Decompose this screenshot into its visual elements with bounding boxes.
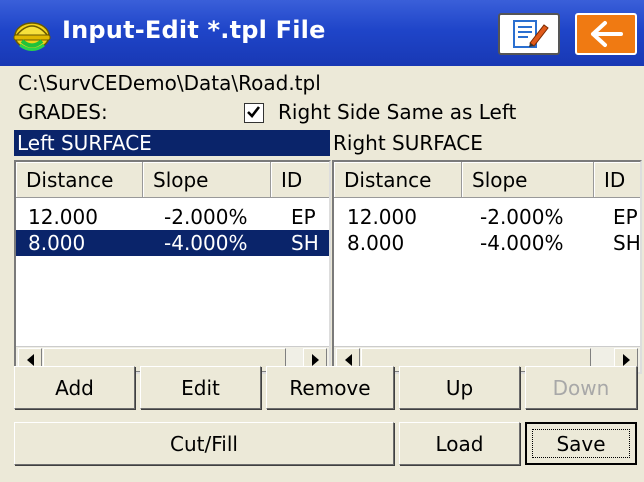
arrow-right-icon: [622, 354, 630, 366]
right-column-headers: Distance Slope ID: [334, 162, 640, 198]
down-button[interactable]: Down: [525, 366, 637, 409]
edit-notes-icon: [513, 20, 549, 48]
cell-slope: -2.000%: [164, 205, 248, 229]
table-row[interactable]: 12.000 -2.000% EP: [334, 204, 640, 230]
right-surface-list[interactable]: Distance Slope ID 12.000 -2.000% EP 8.00…: [332, 160, 642, 374]
arrow-left-icon: [26, 354, 34, 366]
cut-fill-button[interactable]: Cut/Fill: [14, 422, 394, 465]
title-bar: Input-Edit *.tpl File: [0, 0, 644, 66]
column-header-id[interactable]: ID: [594, 162, 640, 198]
cell-distance: 12.000: [347, 205, 417, 229]
cell-distance: 8.000: [347, 231, 405, 255]
left-surface-header: Left SURFACE: [14, 130, 330, 156]
table-row[interactable]: 12.000 -2.000% EP: [16, 204, 329, 230]
file-path: C:\SurvCEDemo\Data\Road.tpl: [18, 71, 321, 95]
arrow-left-icon: [344, 354, 352, 366]
right-same-as-left-checkbox[interactable]: [244, 103, 264, 123]
right-surface-header: Right SURFACE: [333, 131, 483, 155]
left-surface-list[interactable]: Distance Slope ID 12.000 -2.000% EP 8.00…: [14, 160, 331, 374]
remove-button[interactable]: Remove: [266, 366, 394, 409]
add-button[interactable]: Add: [14, 366, 135, 409]
cell-id: SH: [291, 231, 319, 255]
cell-id: EP: [613, 205, 638, 229]
left-column-headers: Distance Slope ID: [16, 162, 329, 198]
right-same-as-left-label[interactable]: Right Side Same as Left: [278, 100, 516, 124]
column-header-slope[interactable]: Slope: [143, 162, 271, 198]
column-header-distance[interactable]: Distance: [16, 162, 143, 198]
checkmark-icon: [247, 106, 261, 118]
cell-slope: -2.000%: [480, 205, 564, 229]
back-button[interactable]: [575, 13, 637, 55]
cell-id: SH: [613, 231, 641, 255]
column-header-distance[interactable]: Distance: [334, 162, 462, 198]
table-row-selected[interactable]: 8.000 -4.000% SH: [16, 230, 329, 256]
table-row[interactable]: 8.000 -4.000% SH: [334, 230, 640, 256]
cell-slope: -4.000%: [480, 231, 564, 255]
window-title: Input-Edit *.tpl File: [62, 16, 326, 44]
up-button[interactable]: Up: [399, 366, 520, 409]
cell-distance: 8.000: [28, 231, 86, 255]
focus-rectangle: [532, 429, 630, 458]
cell-distance: 12.000: [28, 205, 98, 229]
edit-notes-button[interactable]: [498, 13, 560, 55]
load-button[interactable]: Load: [399, 422, 520, 465]
cell-slope: -4.000%: [164, 231, 248, 255]
cell-id: EP: [291, 205, 316, 229]
column-header-id[interactable]: ID: [271, 162, 329, 198]
edit-button[interactable]: Edit: [140, 366, 261, 409]
hardhat-surveyor-icon: [13, 22, 51, 51]
arrow-right-icon: [311, 354, 319, 366]
column-header-slope[interactable]: Slope: [462, 162, 594, 198]
save-button[interactable]: Save: [525, 422, 637, 465]
grades-label: GRADES:: [18, 100, 108, 124]
arrow-left-icon: [591, 21, 623, 47]
